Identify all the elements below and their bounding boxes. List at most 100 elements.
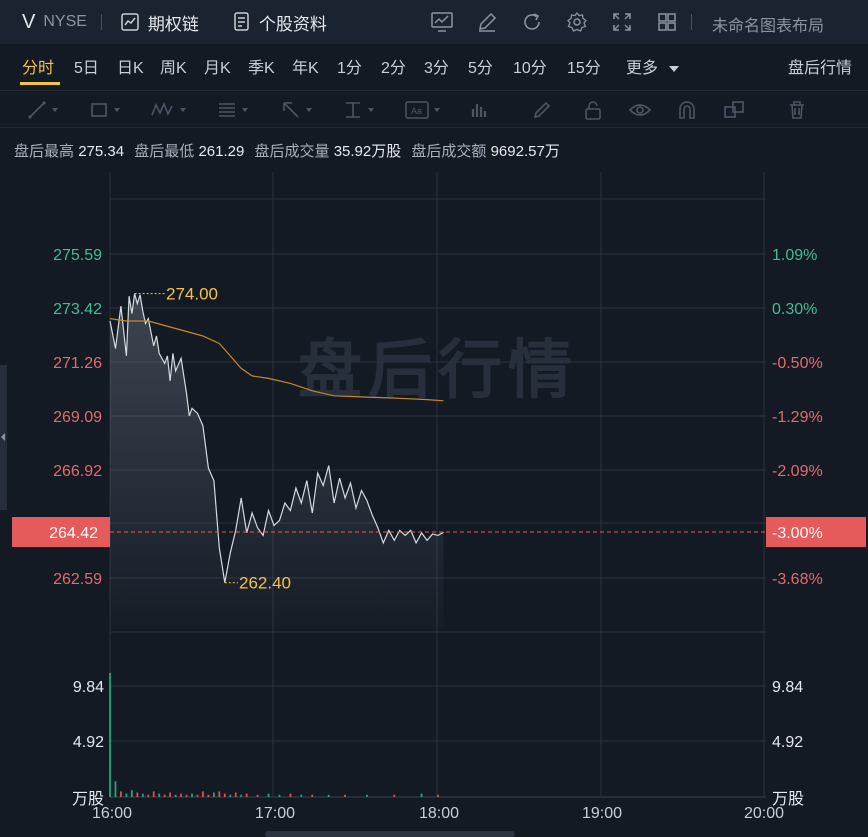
price-axis-label: 275.59	[53, 247, 102, 264]
tab-10-min[interactable]: 10分	[513, 54, 547, 78]
intraday-chart[interactable]: 盘后行情 274.00 262.40 275.59 273.42 271.26 269.…	[0, 160, 868, 830]
delete-drawings-button[interactable]	[786, 99, 808, 121]
tab-quarterly-k[interactable]: 季K	[248, 54, 275, 78]
top-header: V NYSE 期权链 个股资料 未命名图表布局	[0, 0, 868, 44]
tab-2-min[interactable]: 2分	[381, 54, 406, 78]
trend-line-tool[interactable]	[26, 99, 58, 121]
exchange-name: NYSE	[43, 13, 87, 30]
time-axis-label: 20:00	[744, 805, 784, 822]
measure-tool[interactable]	[342, 99, 374, 121]
tab-daily-k[interactable]: 日K	[117, 54, 144, 78]
current-percent-label: -3.00%	[772, 525, 823, 542]
side-panel-toggle[interactable]	[0, 365, 7, 510]
volume-bar	[256, 794, 259, 797]
refresh-button[interactable]	[514, 8, 550, 36]
tab-more-label: 更多	[626, 60, 659, 77]
arrow-icon	[283, 102, 299, 118]
volume-bar	[344, 794, 346, 797]
after-hours-tab[interactable]: 盘后行情	[788, 54, 852, 78]
caret-icon	[306, 108, 312, 112]
volume-bar	[130, 790, 133, 797]
header-divider-2	[691, 14, 692, 30]
tab-15-min[interactable]: 15分	[567, 54, 601, 78]
lock-icon	[585, 101, 601, 120]
percent-axis-label: 0.30%	[772, 301, 817, 318]
brush-tool[interactable]	[531, 99, 553, 121]
bars-icon	[471, 104, 487, 117]
grid-icon	[658, 13, 676, 31]
volume-bar	[366, 794, 368, 797]
volume-bar	[327, 794, 330, 797]
arrow-tool[interactable]	[280, 99, 312, 121]
grid-layout-button[interactable]	[649, 8, 685, 36]
volume-bar	[234, 792, 237, 797]
volume-bar	[202, 791, 204, 797]
tab-weekly-k[interactable]: 周K	[160, 54, 187, 78]
eye-icon	[628, 104, 652, 116]
tab-1-min[interactable]: 1分	[337, 54, 362, 78]
tab-more[interactable]: 更多	[626, 54, 680, 78]
volume-bar	[278, 794, 281, 797]
price-axis-label: 266.92	[53, 463, 102, 480]
price-axis-label: 273.42	[53, 301, 102, 318]
scroll-bar[interactable]	[265, 831, 515, 837]
text-icon: Aa	[405, 101, 429, 119]
volume-bar	[207, 794, 210, 797]
period-tabs: 分时 5日 日K 周K 月K 季K 年K 1分 2分 3分 5分 10分 15分…	[0, 44, 868, 86]
tab-5-day[interactable]: 5日	[74, 54, 99, 78]
lock-drawings-button[interactable]	[582, 99, 604, 121]
price-axis-label: 271.26	[53, 355, 102, 372]
bar-pattern-tool[interactable]	[468, 99, 490, 121]
volume-bar	[125, 793, 128, 797]
volume-bar	[109, 672, 111, 797]
text-tool[interactable]: Aa	[404, 99, 440, 121]
tab-3-min[interactable]: 3分	[424, 54, 449, 78]
layers-icon	[724, 101, 744, 118]
indicator-button[interactable]	[424, 8, 460, 36]
layout-name[interactable]: 未命名图表布局	[712, 12, 824, 36]
settings-button[interactable]	[559, 8, 595, 36]
chart-monitor-icon	[431, 12, 453, 32]
toggle-visibility-button[interactable]	[628, 99, 652, 121]
tab-5-min[interactable]: 5分	[468, 54, 493, 78]
time-axis-label: 17:00	[255, 805, 295, 822]
time-axis-label: 18:00	[419, 805, 459, 822]
tab-intraday[interactable]: 分时	[22, 54, 54, 78]
header-tools	[424, 0, 694, 44]
measure-icon	[346, 102, 360, 118]
trend-line-icon	[28, 101, 46, 119]
volume-bar	[229, 794, 232, 797]
price-axis-label: 262.59	[53, 571, 102, 588]
volume-bar	[311, 794, 314, 797]
volume-bar	[152, 791, 155, 797]
options-chain-icon	[121, 13, 139, 31]
time-axis-label: 16:00	[92, 805, 132, 822]
tab-yearly-k[interactable]: 年K	[292, 54, 319, 78]
tab-monthly-k[interactable]: 月K	[204, 54, 231, 78]
drawing-toolbar: Aa	[0, 90, 868, 128]
options-chain-button[interactable]: 期权链	[120, 10, 199, 35]
stock-info-button[interactable]: 个股资料	[233, 10, 327, 35]
volume-bar	[147, 794, 150, 797]
magnet-button[interactable]	[676, 99, 698, 121]
pattern-tool[interactable]	[150, 99, 186, 121]
draw-button[interactable]	[469, 8, 505, 36]
caret-icon	[52, 108, 58, 112]
caret-icon	[114, 108, 120, 112]
active-tab-indicator	[20, 82, 60, 85]
after-hours-turnover-label: 盘后成交额	[411, 143, 487, 160]
fibonacci-tool[interactable]	[216, 99, 248, 121]
volume-bar	[169, 792, 172, 797]
volume-bar	[196, 794, 199, 797]
after-hours-low-value: 261.29	[198, 143, 245, 160]
svg-text:Aa: Aa	[411, 106, 422, 116]
fullscreen-button[interactable]	[604, 8, 640, 36]
volume-bar	[174, 794, 177, 797]
rectangle-tool[interactable]	[88, 99, 120, 121]
options-chain-label: 期权链	[147, 14, 199, 34]
volume-axis-label-right: 4.92	[772, 734, 803, 751]
header-divider	[100, 14, 102, 30]
volume-bar	[114, 781, 117, 797]
layers-button[interactable]	[722, 99, 746, 121]
caret-icon	[368, 108, 374, 112]
